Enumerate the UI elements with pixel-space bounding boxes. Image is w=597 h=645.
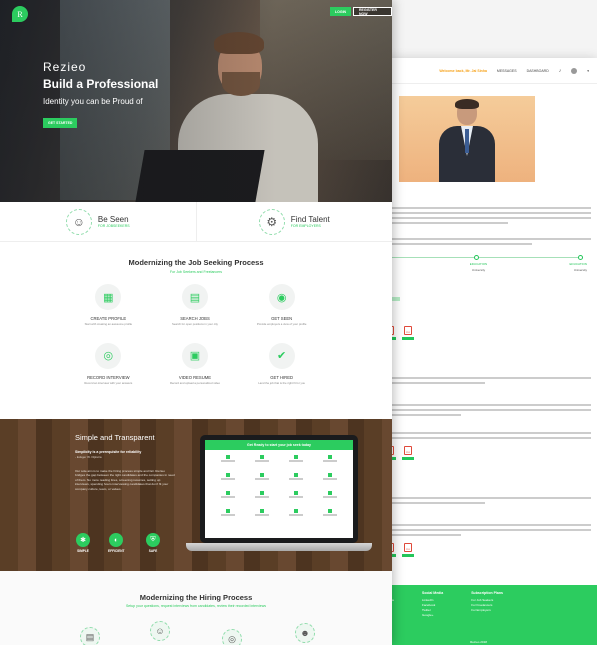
job-seeking-process: Modernizing the Job Seeking Process For … [0, 242, 392, 419]
step-get-seen: ◉ GET SEEN Provide employers a view of you… [238, 284, 325, 327]
video-icon: ▣ [181, 342, 208, 369]
register-button[interactable]: REGISTER NOW [353, 7, 392, 16]
employer-icon: ⚙ [258, 208, 285, 235]
step-record-interview: ◎ RECORD INTERVIEW Record an interview wit… [65, 342, 152, 386]
footer-link[interactable]: For Employers [471, 608, 503, 613]
pdf-icon: PDF [404, 326, 412, 335]
pdf-icon: PDF [404, 446, 412, 455]
notification-icon[interactable]: ♪ [559, 68, 562, 74]
profile-footer: Legal Terms Terms & Conditions Privacy P… [360, 585, 597, 645]
profile-page-mockup: Welcome back, Mr. Jai Sinha MESSAGES DAS… [360, 58, 597, 645]
pdf-document[interactable]: PDF [402, 326, 414, 340]
step-create-profile: ▦ CREATE PROFILE Start with creating an aw… [65, 284, 152, 327]
pdf-icon: PDF [404, 543, 412, 552]
cta-sub: FOR EMPLOYERS [290, 224, 321, 228]
documents-list-2: PDF PDF PDF [360, 442, 597, 464]
eye-icon: ◉ [268, 284, 295, 310]
feature-safe: ⛨ SAFE [146, 533, 160, 553]
feature-efficient: ◐ EFFICIENT [108, 533, 124, 553]
summary-heading: mmary [360, 192, 597, 204]
login-button[interactable]: LOGIN [330, 7, 352, 16]
pdf-document[interactable]: PDF [402, 446, 414, 460]
step-get-hired: ✔ GET HIRED Land the job that is the right… [238, 342, 325, 386]
profile-navbar: Welcome back, Mr. Jai Sinha MESSAGES DAS… [360, 58, 597, 84]
section-paragraph: Our sole aim is to make the hiring proce… [75, 469, 175, 491]
step-search-jobs: ▤ SEARCH JOBS Search for open positions in… [152, 284, 239, 327]
handshake-icon: ✔ [268, 342, 295, 369]
section-title: Modernizing the Hiring Process [139, 593, 253, 602]
welcome-link[interactable]: Welcome back, Mr. Jai Sinha [439, 69, 487, 73]
copyright: Rezieo 2018 [470, 640, 487, 644]
section-title: Modernizing the Job Seeking Process [128, 258, 264, 267]
record-icon: ◎ [222, 629, 242, 645]
simple-icon: ✱ [76, 533, 90, 547]
rezieo-logo[interactable]: R [12, 6, 28, 22]
screen-banner: Get Ready to start your job seek today [205, 440, 353, 450]
footer-link[interactable]: Google+ [422, 613, 443, 618]
cta-employers[interactable]: ⚙ Find Talent FOR EMPLOYERS [195, 202, 393, 241]
section-subtitle: For Job Seekers and Freelancers [170, 270, 222, 274]
landing-page-mockup: R LOGIN REGISTER NOW Rezieo Build a Prof… [0, 0, 392, 645]
search-icon: ▤ [181, 284, 208, 310]
feature-simple: ✱ SIMPLE [76, 533, 90, 553]
section-subtitle: Setup your questions, request interviews… [125, 604, 267, 608]
shield-icon: ⛨ [146, 533, 160, 547]
avatar[interactable] [571, 67, 578, 74]
footer-plans: Subscription Plans For Job Seekers For F… [471, 591, 503, 613]
hero-section: R LOGIN REGISTER NOW Rezieo Build a Prof… [0, 0, 392, 202]
request-icon: ☺ [150, 621, 170, 641]
questions-icon: ▤ [80, 627, 100, 645]
nav-messages[interactable]: MESSAGES [497, 69, 517, 73]
laptop-mockup: Get Ready to start your job seek today [200, 435, 358, 543]
profile-video-thumbnail[interactable] [399, 96, 535, 182]
hiring-process-section: Modernizing the Hiring Process Setup you… [0, 571, 392, 645]
hero-subheadline: Identity you can be Proud of [43, 97, 143, 106]
step-video-resume: ▣ VIDEO RESUME Record and upload a persona… [152, 342, 239, 386]
simple-transparent-section: Simple and Transparent Simplicity is a p… [0, 419, 392, 571]
audience-cta: ☺ Be Seen FOR JOBSEEKERS ⚙ Find Talent FOR… [0, 202, 392, 242]
footer-social: Social Media LinkedIn Facebook Twitter G… [422, 591, 444, 618]
nav-dashboard[interactable]: DASHBOARD [527, 69, 549, 73]
documents-list-3: PDF PDF PDF [360, 539, 597, 561]
laptop-base [186, 543, 372, 551]
summary-section: mmary EDUCATIONEDUCATIONEDUCATION Univer… [360, 192, 597, 561]
section-title: Simple and Transparent [75, 433, 155, 442]
quote-author: - Edsger W. Dijkstra [75, 455, 102, 459]
cta-sub: FOR JOBSEEKERS [97, 224, 130, 228]
hero-headline: Build a Professional [43, 77, 159, 91]
cta-jobseekers[interactable]: ☺ Be Seen FOR JOBSEEKERS [0, 202, 196, 241]
efficient-icon: ◐ [109, 533, 124, 547]
pdf-document[interactable]: PDF [402, 543, 414, 557]
profile-icon: ▦ [95, 284, 122, 310]
brand-name: Rezieo [43, 60, 87, 74]
review-icon: ☻ [295, 623, 315, 643]
documents-list: PDF PDF PDF [360, 322, 597, 344]
headset-icon: ◎ [95, 342, 122, 369]
cta-title: Find Talent [290, 215, 330, 224]
about-heading: is [360, 84, 597, 96]
documents-heading: Documents [360, 310, 597, 322]
quote: Simplicity is a prerequisite for reliabi… [75, 450, 142, 454]
process-steps: ▦ CREATE PROFILE Start with creating an aw… [65, 284, 325, 385]
cta-title: Be Seen [97, 215, 129, 224]
jobseeker-icon: ☺ [65, 208, 92, 235]
get-started-button[interactable]: GET STARTED [43, 118, 78, 128]
user-menu[interactable]: ▾ [587, 69, 589, 73]
timeline: EDUCATIONEDUCATIONEDUCATION UniversityUn… [370, 255, 587, 272]
stage: Welcome back, Mr. Jai Sinha MESSAGES DAS… [0, 0, 597, 645]
